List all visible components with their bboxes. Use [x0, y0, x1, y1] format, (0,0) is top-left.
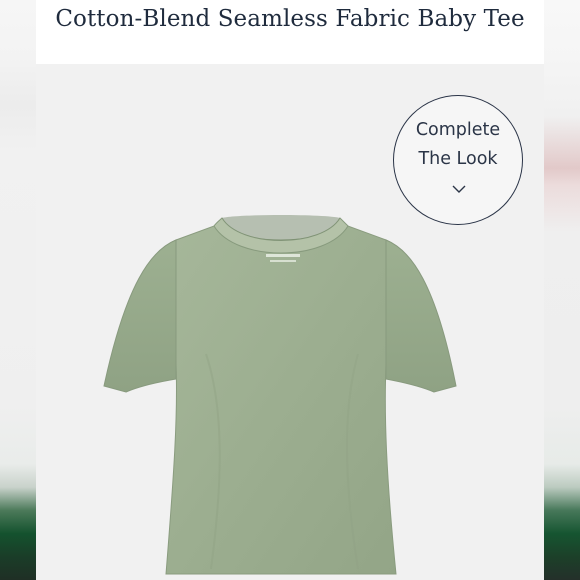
tee-shirt-image[interactable]: [96, 214, 466, 580]
product-title: Cotton-Blend Seamless Fabric Baby Tee: [55, 6, 525, 32]
product-header: Cotton-Blend Seamless Fabric Baby Tee: [36, 0, 544, 64]
right-background-strip: [544, 0, 580, 580]
complete-the-look-line2: The Look: [418, 149, 498, 169]
product-page: Cotton-Blend Seamless Fabric Baby Tee Co…: [0, 0, 580, 580]
product-image-area[interactable]: Complete The Look: [36, 64, 544, 580]
left-background-strip: [0, 0, 36, 580]
chevron-down-icon: [452, 185, 466, 193]
complete-the-look-line1: Complete: [415, 120, 501, 140]
complete-the-look-button[interactable]: Complete The Look: [393, 95, 523, 225]
